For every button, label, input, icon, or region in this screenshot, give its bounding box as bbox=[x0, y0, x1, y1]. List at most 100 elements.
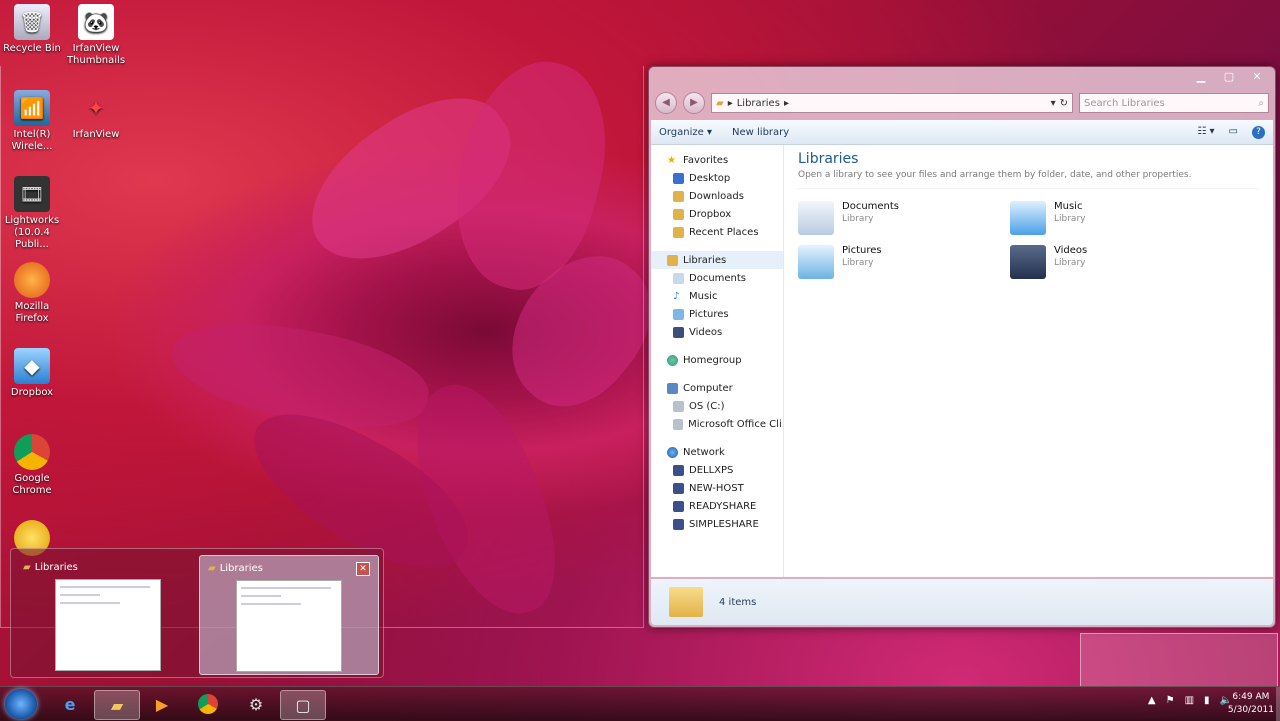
show-desktop-button[interactable] bbox=[1276, 687, 1280, 721]
nav-favorites[interactable]: ★ Favorites bbox=[651, 151, 783, 169]
thumbnail-title: ▰ Libraries bbox=[23, 562, 78, 573]
search-placeholder: Search Libraries bbox=[1084, 97, 1165, 109]
desktop-icon-firefox[interactable]: Mozilla Firefox bbox=[0, 262, 64, 325]
taskbar-thumbnail-popup: ▰ Libraries ▰ Libraries ✕ bbox=[10, 548, 384, 678]
nav-item-documents[interactable]: Documents bbox=[651, 269, 783, 287]
taskbar: e ▰ ▶ ⚙ ▢ ▲ ⚑ ▥ ▮ 🔈 6:49 AM 5/30/2011 bbox=[0, 686, 1280, 721]
nav-item-new-host[interactable]: NEW-HOST bbox=[651, 479, 783, 497]
back-button[interactable]: ◀ bbox=[655, 92, 677, 114]
recycle-bin-icon: 🗑 bbox=[14, 4, 50, 40]
desktop-icon-recycle-bin[interactable]: 🗑 Recycle Bin bbox=[0, 4, 64, 55]
nav-libraries[interactable]: Libraries bbox=[651, 251, 783, 269]
chrome-icon bbox=[14, 434, 50, 470]
window-thumbnail[interactable]: ▰ Libraries bbox=[15, 555, 193, 673]
window-thumbnail-hovered[interactable]: ▰ Libraries ✕ bbox=[199, 555, 379, 675]
start-button[interactable] bbox=[5, 689, 37, 719]
nav-homegroup[interactable]: Homegroup bbox=[651, 351, 783, 369]
nav-label: Videos bbox=[689, 326, 723, 338]
library-music[interactable]: Music Library bbox=[1010, 201, 1222, 235]
pictures-library-icon bbox=[798, 245, 834, 279]
nav-label: Music bbox=[689, 290, 718, 302]
desktop-icon bbox=[673, 172, 684, 184]
preview-pane-icon[interactable]: ▭ bbox=[1229, 126, 1238, 139]
nav-item-dellxps[interactable]: DELLXPS bbox=[651, 461, 783, 479]
desktop-icon-irfanview[interactable]: ✦ IrfanView bbox=[64, 90, 128, 141]
refresh-icon[interactable]: ↻ bbox=[1060, 98, 1068, 109]
nav-network[interactable]: Network bbox=[651, 443, 783, 461]
clock[interactable]: 6:49 AM 5/30/2011 bbox=[1228, 691, 1274, 717]
desktop-icon-intel-wireless[interactable]: 📶 Intel(R) Wirele... bbox=[0, 90, 64, 153]
nav-label: DELLXPS bbox=[689, 464, 734, 476]
desktop-icon-lightworks[interactable]: 🎞 Lightworks (10.0.4 Publi... bbox=[0, 176, 64, 251]
change-view-icon[interactable]: ☷ ▾ bbox=[1197, 126, 1214, 139]
folder-icon: ▰ bbox=[716, 97, 724, 109]
desktop-icon-chrome[interactable]: Google Chrome bbox=[0, 434, 64, 497]
thumbnail-label: Libraries bbox=[219, 563, 263, 574]
desktop-icon-label: Intel(R) Wirele... bbox=[11, 129, 53, 152]
network-icon[interactable]: ▥ bbox=[1185, 695, 1194, 706]
power-icon[interactable]: ▮ bbox=[1204, 695, 1210, 706]
details-pane: 4 items bbox=[651, 579, 1273, 625]
organize-button[interactable]: Organize ▾ bbox=[659, 127, 712, 138]
nav-item-downloads[interactable]: Downloads bbox=[651, 187, 783, 205]
taskbar-internet-explorer[interactable]: e bbox=[48, 690, 92, 718]
desktop-icon-irfanview-thumbnails[interactable]: 🐼 IrfanView Thumbnails bbox=[64, 4, 128, 67]
nav-label: Downloads bbox=[689, 190, 744, 202]
thumbnail-preview bbox=[236, 580, 342, 672]
desktop-icon-dropbox[interactable]: ◆ Dropbox bbox=[0, 348, 64, 399]
nav-item-recent-places[interactable]: Recent Places bbox=[651, 223, 783, 241]
libraries-icon bbox=[667, 254, 678, 266]
thumbnail-title: ▰ Libraries bbox=[208, 563, 263, 574]
nav-item-music[interactable]: ♪ Music bbox=[651, 287, 783, 305]
explorer-window[interactable]: ▁ ▢ ✕ ◀ ▶ ▰ ▸ Libraries ▸ ▾ ↻ Search Lib… bbox=[648, 66, 1276, 628]
nav-label: Recent Places bbox=[689, 226, 759, 238]
close-button[interactable]: ✕ bbox=[1245, 70, 1269, 84]
library-documents[interactable]: Documents Library bbox=[798, 201, 1010, 235]
nav-item-pictures[interactable]: Pictures bbox=[651, 305, 783, 323]
show-hidden-icons-icon[interactable]: ▲ bbox=[1148, 695, 1156, 706]
nav-item-desktop[interactable]: Desktop bbox=[651, 169, 783, 187]
forward-button[interactable]: ▶ bbox=[683, 92, 705, 114]
library-name: Music bbox=[1054, 201, 1083, 212]
network-computer-icon bbox=[673, 500, 684, 512]
taskbar-app[interactable]: ⚙ bbox=[234, 690, 278, 718]
taskbar-pinned-window[interactable]: ▢ bbox=[280, 690, 326, 720]
page-title: Libraries bbox=[798, 151, 859, 167]
nav-computer[interactable]: Computer bbox=[651, 379, 783, 397]
chrome-icon bbox=[198, 694, 218, 714]
network-computer-icon bbox=[673, 482, 684, 494]
internet-explorer-icon: e bbox=[64, 694, 76, 714]
desktop-icon-label: IrfanView Thumbnails bbox=[66, 43, 126, 66]
nav-label: Network bbox=[683, 446, 725, 458]
new-library-button[interactable]: New library bbox=[732, 127, 789, 138]
nav-item-readyshare[interactable]: READYSHARE bbox=[651, 497, 783, 515]
desktop-icon-label: IrfanView bbox=[72, 129, 120, 140]
taskbar-chrome[interactable] bbox=[186, 690, 230, 718]
help-icon[interactable]: ? bbox=[1252, 125, 1265, 139]
library-videos[interactable]: Videos Library bbox=[1010, 245, 1222, 279]
clock-date: 5/30/2011 bbox=[1227, 705, 1274, 715]
nav-item-dropbox[interactable]: Dropbox bbox=[651, 205, 783, 223]
address-dropdown-icon[interactable]: ▾ bbox=[1051, 98, 1056, 109]
nav-item-os-c[interactable]: OS (C:) bbox=[651, 397, 783, 415]
desktop-icon-label: Dropbox bbox=[10, 387, 54, 398]
search-input[interactable]: Search Libraries ⌕ bbox=[1079, 93, 1269, 113]
taskbar-media-player[interactable]: ▶ bbox=[140, 690, 184, 718]
navigation-pane: ★ Favorites Desktop Downloads Dropbox Rec… bbox=[651, 145, 784, 577]
desktop-icon-label: Lightworks (10.0.4 Publi... bbox=[4, 215, 60, 250]
nav-item-office-click[interactable]: Microsoft Office Cli... bbox=[651, 415, 783, 433]
library-pictures[interactable]: Pictures Library bbox=[798, 245, 1010, 279]
breadcrumb-libraries[interactable]: Libraries bbox=[737, 98, 780, 109]
address-bar[interactable]: ▰ ▸ Libraries ▸ ▾ ↻ bbox=[711, 93, 1073, 113]
flag-icon[interactable]: ⚑ bbox=[1166, 695, 1175, 706]
nav-item-videos[interactable]: Videos bbox=[651, 323, 783, 341]
breadcrumb-separator: ▸ bbox=[783, 97, 789, 109]
command-bar: Organize ▾ New library ☷ ▾ ▭ ? bbox=[651, 120, 1273, 145]
nav-item-simpleshare[interactable]: SIMPLESHARE bbox=[651, 515, 783, 533]
window-icon: ▢ bbox=[295, 695, 311, 715]
media-player-icon: ▶ bbox=[155, 694, 169, 714]
taskbar-windows-explorer[interactable]: ▰ bbox=[94, 690, 140, 720]
maximize-button[interactable]: ▢ bbox=[1217, 70, 1241, 84]
minimize-button[interactable]: ▁ bbox=[1189, 70, 1213, 84]
thumbnail-close-button[interactable]: ✕ bbox=[356, 562, 370, 576]
